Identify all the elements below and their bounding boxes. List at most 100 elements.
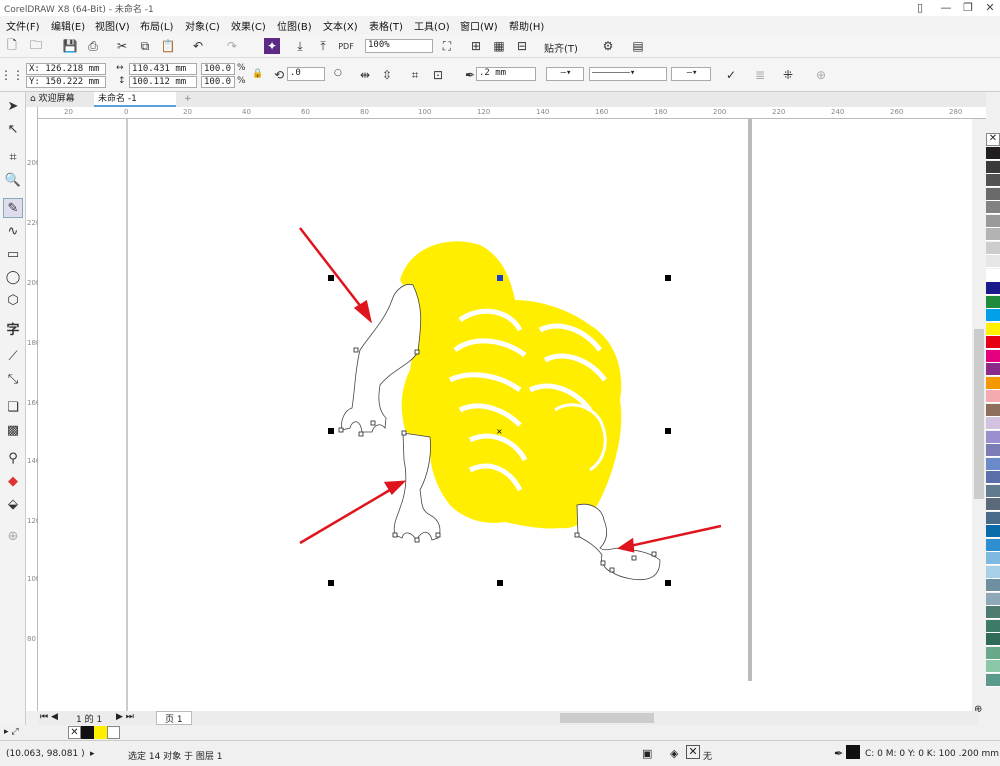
eyedropper-icon[interactable]: ⚲ <box>3 448 23 468</box>
save-icon[interactable]: 💾 <box>60 36 80 56</box>
end-arrowhead-select[interactable]: —▾ <box>671 67 711 81</box>
dimension-tool-icon[interactable]: ⟋ <box>3 346 23 366</box>
transparency-icon[interactable]: ▩ <box>3 420 23 440</box>
menu-table[interactable]: 表格(T) <box>369 18 403 33</box>
copy-icon[interactable]: ⧉ <box>135 36 155 56</box>
interactive-fill-icon[interactable]: ◆ <box>3 471 23 491</box>
options-gear-icon[interactable]: ⚙ <box>598 36 618 56</box>
color-swatch[interactable] <box>986 457 1000 471</box>
scale-x-field[interactable]: 100.0 <box>201 63 235 75</box>
menu-window[interactable]: 窗口(W) <box>460 18 498 33</box>
pdf-icon[interactable]: PDF <box>336 36 356 56</box>
object-origin-icon[interactable]: ⋮⋮ <box>0 65 24 85</box>
color-swatch[interactable] <box>986 565 1000 579</box>
paste-icon[interactable]: 📋 <box>158 36 178 56</box>
fill-bucket-icon[interactable]: ◈ <box>670 747 678 760</box>
color-swatch[interactable] <box>986 309 1000 322</box>
zoom-select[interactable]: 100% <box>365 39 433 53</box>
scale-y-field[interactable]: 100.0 <box>201 76 235 88</box>
zoom-tool-icon[interactable]: 🔍 <box>3 170 23 190</box>
crop-tool-icon[interactable]: ⌗ <box>3 147 23 167</box>
wrap-text-icon[interactable]: ≣ <box>750 65 770 85</box>
menu-file[interactable]: 文件(F) <box>6 18 40 33</box>
page-tab[interactable]: 页 1 <box>156 711 192 725</box>
color-swatch[interactable] <box>986 552 1000 565</box>
color-swatch[interactable] <box>986 228 1000 241</box>
color-swatch[interactable] <box>986 349 1000 363</box>
page-nav-next[interactable]: ▶ ⏭ <box>116 712 134 722</box>
connector-tool-icon[interactable]: ⤡ <box>3 369 23 389</box>
freehand-tool-icon[interactable]: ✎ <box>3 198 23 218</box>
rotate-icon[interactable]: ⟲ <box>269 65 289 85</box>
color-swatch[interactable] <box>986 619 1000 633</box>
outline-width-select[interactable]: .2 mm <box>476 67 536 81</box>
pick-tool-icon[interactable]: ➤ <box>3 96 23 116</box>
color-swatch[interactable] <box>986 376 1000 390</box>
guidelines-icon[interactable]: ⊟ <box>512 36 532 56</box>
rulers-icon[interactable]: ⊞ <box>466 36 486 56</box>
color-swatch[interactable] <box>986 363 1000 376</box>
export-icon[interactable]: ⤒ <box>313 36 333 56</box>
color-swatch[interactable] <box>986 511 1000 525</box>
ungroup-icon[interactable]: ⌗ <box>405 65 425 85</box>
tab-welcome[interactable]: ⌂ 欢迎屏幕 <box>26 92 94 107</box>
color-swatch[interactable] <box>986 660 1000 673</box>
scroll-thumb[interactable] <box>974 329 984 499</box>
color-swatch[interactable] <box>986 606 1000 619</box>
add-tool-icon[interactable]: ⊕ <box>3 526 23 546</box>
color-swatch[interactable] <box>986 538 1000 552</box>
color-swatch[interactable] <box>986 471 1000 484</box>
mirror-horizontal-icon[interactable]: ⇹ <box>355 65 375 85</box>
text-tool-icon[interactable]: 字 <box>3 318 23 338</box>
menu-help[interactable]: 帮助(H) <box>509 18 544 33</box>
color-swatch[interactable] <box>986 336 1000 349</box>
smart-fill-icon[interactable]: ⬙ <box>3 494 23 514</box>
lock-ratio-icon[interactable]: 🔒 <box>252 69 263 79</box>
rectangle-tool-icon[interactable]: ▭ <box>3 244 23 264</box>
minimize-button[interactable]: — <box>934 0 958 16</box>
open-icon[interactable]: 🗀 <box>26 36 46 56</box>
color-swatch[interactable] <box>986 403 1000 417</box>
color-swatch[interactable] <box>986 673 1000 687</box>
no-color-swatch[interactable]: ✕ <box>68 726 81 739</box>
menu-edit[interactable]: 编辑(E) <box>51 18 85 33</box>
color-proof-icon[interactable]: ▣ <box>642 747 652 760</box>
color-swatch[interactable] <box>986 579 1000 592</box>
start-arrowhead-select[interactable]: —▾ <box>546 67 584 81</box>
yellow-swatch[interactable] <box>94 726 107 739</box>
color-swatch[interactable] <box>986 201 1000 214</box>
color-swatch[interactable] <box>986 214 1000 228</box>
menu-bitmaps[interactable]: 位图(B) <box>277 18 312 33</box>
grid-icon[interactable]: ▦ <box>489 36 509 56</box>
menu-layout[interactable]: 布局(L) <box>140 18 173 33</box>
drawing-canvas[interactable]: × <box>38 119 972 711</box>
x-position-field[interactable]: X: 126.218 mm <box>26 63 106 75</box>
line-style-select[interactable]: ———————▾ <box>589 67 667 81</box>
menu-object[interactable]: 对象(C) <box>185 18 220 33</box>
color-swatch[interactable] <box>986 498 1000 511</box>
color-swatch[interactable] <box>986 255 1000 268</box>
y-position-field[interactable]: Y: 150.222 mm <box>26 76 106 88</box>
color-swatch[interactable] <box>986 322 1000 336</box>
color-swatch[interactable] <box>986 174 1000 187</box>
color-swatch[interactable] <box>986 147 1000 160</box>
undo-icon[interactable]: ↶ <box>188 36 208 56</box>
color-swatch[interactable] <box>986 282 1000 295</box>
color-swatch[interactable] <box>986 417 1000 430</box>
color-swatch[interactable] <box>986 390 1000 403</box>
polygon-tool-icon[interactable]: ⬡ <box>3 290 23 310</box>
color-swatch[interactable] <box>986 187 1000 201</box>
menu-tools[interactable]: 工具(O) <box>414 18 450 33</box>
play-icon[interactable]: ▸ <box>90 749 95 759</box>
color-swatch[interactable] <box>986 241 1000 255</box>
color-swatch[interactable] <box>986 160 1000 174</box>
color-swatch[interactable] <box>986 646 1000 660</box>
ellipse-tool-icon[interactable]: ◯ <box>3 267 23 287</box>
color-swatch[interactable] <box>986 444 1000 457</box>
color-swatch[interactable] <box>986 268 1000 282</box>
shape-tool-icon[interactable]: ↖ <box>3 119 23 139</box>
quick-customize-icon[interactable]: ⁜ <box>778 65 798 85</box>
menu-effects[interactable]: 效果(C) <box>231 18 266 33</box>
color-swatch[interactable] <box>986 525 1000 538</box>
search-content-icon[interactable]: ✦ <box>264 38 280 54</box>
